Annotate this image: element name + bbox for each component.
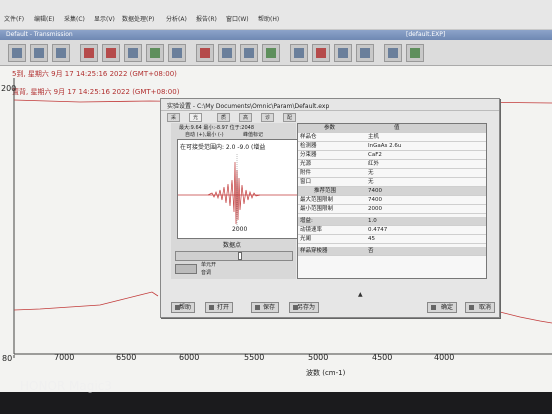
- window-title: Default - Transmission: [6, 31, 73, 38]
- gain-slider[interactable]: [175, 251, 293, 261]
- table-row[interactable]: 附件无: [298, 169, 486, 178]
- library-icon[interactable]: [168, 44, 186, 62]
- table-row[interactable]: 样品仓 主机: [298, 133, 486, 142]
- table-row[interactable]: 光源 红外: [298, 160, 486, 169]
- menu-help[interactable]: 帮助(H): [258, 14, 279, 23]
- tab-bench[interactable]: 光学台: [189, 113, 203, 139]
- menu-view[interactable]: 显示(V): [94, 14, 115, 23]
- print-icon[interactable]: [52, 44, 70, 62]
- save-icon[interactable]: [30, 44, 48, 62]
- interferogram-plot: 在可接受范围内: 2.0 -9.0 (增益 2000: [177, 139, 299, 239]
- table-row[interactable]: 检测器 InGaAs 2.6u: [298, 142, 486, 151]
- x-tick-7000: 7000: [54, 353, 75, 362]
- menu-bar: 文件(F) 编辑(E) 采集(C) 显示(V) 数据处理(P) 分析(A) 报告…: [0, 0, 552, 30]
- menu-process[interactable]: 数据处理(P): [122, 14, 154, 23]
- menu-file[interactable]: 文件(F): [4, 14, 24, 23]
- x-tick-4500: 4500: [372, 353, 393, 362]
- toolbar: [0, 40, 552, 66]
- export-icon[interactable]: [384, 44, 402, 62]
- menu-collect[interactable]: 采集(C): [64, 14, 85, 23]
- table-row[interactable]: 增益: 1.0: [298, 217, 486, 226]
- settings-icon[interactable]: [124, 44, 142, 62]
- zoom-icon[interactable]: [262, 44, 280, 62]
- normalize-icon[interactable]: [356, 44, 374, 62]
- x-tick-6000: 6000: [179, 353, 200, 362]
- experiment-setup-dialog[interactable]: 实验设置 - C:\My Documents\Omnic\Param\Defau…: [160, 98, 500, 318]
- save-button[interactable]: 保存: [251, 302, 279, 313]
- ip-checkbox-label[interactable]: 自动 (+),最小 (-): [185, 131, 224, 138]
- help-icon[interactable]: [406, 44, 424, 62]
- peak-icon[interactable]: [196, 44, 214, 62]
- subtract-icon[interactable]: [240, 44, 258, 62]
- table-row[interactable]: 动镜速率 0.4747: [298, 226, 486, 235]
- background-icon[interactable]: [102, 44, 120, 62]
- parameter-table[interactable]: 参数 值 样品仓 主机 检测器 InGaAs 2.6u 分束器 CaF2 光源 红外 附…: [297, 123, 487, 279]
- open-icon[interactable]: [8, 44, 26, 62]
- cancel-button[interactable]: 取消: [465, 302, 495, 313]
- tab-advanced[interactable]: 高级: [239, 113, 253, 130]
- table-row[interactable]: 样品穿梭器否: [298, 247, 486, 256]
- table-row[interactable]: 窗口无: [298, 178, 486, 187]
- table-row[interactable]: 光阑 45: [298, 235, 486, 244]
- interferogram-trace: [178, 154, 298, 232]
- menu-analyze[interactable]: 分析(A): [166, 14, 187, 23]
- ip-peak-label[interactable]: 峰值标记: [243, 131, 263, 138]
- ok-button[interactable]: 确定: [427, 302, 457, 313]
- tab-config[interactable]: 配置: [283, 113, 297, 130]
- x-tick-5500: 5500: [244, 353, 265, 362]
- tab-quality[interactable]: 质量: [217, 113, 231, 130]
- report-icon[interactable]: [290, 44, 308, 62]
- ip-stats: 最大:9.64 最小:-8.97 位于:2048: [179, 125, 255, 131]
- table-row[interactable]: 最小范围限制 2000: [298, 205, 486, 214]
- menu-window[interactable]: 窗口(W): [226, 14, 249, 23]
- search-icon[interactable]: [312, 44, 330, 62]
- open-button[interactable]: 打开: [205, 302, 233, 313]
- ip-x-label: 数据点: [223, 242, 242, 249]
- baseline-icon[interactable]: [218, 44, 236, 62]
- table-row[interactable]: 推荐范围 7400: [298, 187, 486, 196]
- table-header: 参数 值: [298, 124, 486, 133]
- screen: 文件(F) 编辑(E) 采集(C) 显示(V) 数据处理(P) 分析(A) 报告…: [0, 0, 552, 392]
- gain-slider-thumb[interactable]: [238, 252, 242, 260]
- x-axis-label: 波数 (cm-1): [306, 369, 346, 377]
- align-button[interactable]: [175, 264, 197, 274]
- menu-edit[interactable]: 编辑(E): [34, 14, 54, 23]
- x-tick-4000: 4000: [434, 353, 455, 362]
- ip-x-value: 2000: [232, 226, 248, 233]
- tab-diagnostic[interactable]: 诊断: [261, 113, 275, 130]
- menu-report[interactable]: 报告(R): [196, 14, 217, 23]
- table-row[interactable]: 分束器 CaF2: [298, 151, 486, 160]
- help-button[interactable]: 帮助: [171, 302, 195, 313]
- table-row[interactable]: 最大范围限制 7400: [298, 196, 486, 205]
- collect-icon[interactable]: [80, 44, 98, 62]
- window-title-bar: Default - Transmission [default.EXP]: [0, 30, 552, 40]
- dialog-title: 实验设置 - C:\My Documents\Omnic\Param\Defau…: [161, 99, 499, 111]
- tab-collect[interactable]: 采集: [167, 113, 181, 130]
- x-tick-5000: 5000: [308, 353, 329, 362]
- save-as-button[interactable]: 另存为: [289, 302, 319, 313]
- control-label-1[interactable]: 单元开: [201, 261, 216, 268]
- control-label-2[interactable]: 音调: [201, 269, 211, 276]
- window-right-title: [default.EXP]: [406, 31, 446, 38]
- ratio-icon[interactable]: [334, 44, 352, 62]
- x-tick-6500: 6500: [116, 353, 137, 362]
- experiment-icon[interactable]: [146, 44, 164, 62]
- mouse-cursor-icon: ▲: [358, 291, 363, 298]
- camera-watermark: HONOR Magic3: [20, 379, 112, 393]
